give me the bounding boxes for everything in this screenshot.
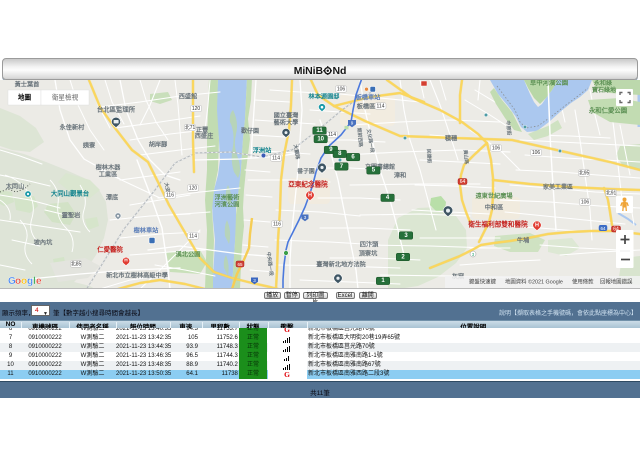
svg-text:114: 114 xyxy=(328,132,336,138)
svg-text:64: 64 xyxy=(460,179,466,185)
svg-text:鍵盤快速鍵: 鍵盤快速鍵 xyxy=(469,278,497,286)
svg-text:10: 10 xyxy=(317,136,324,142)
svg-text:草中河濱公園: 草中河濱公園 xyxy=(530,80,568,87)
svg-text:114: 114 xyxy=(377,103,385,109)
svg-text:板橋區: 板橋區 xyxy=(357,103,376,111)
svg-text:西盛館: 西盛館 xyxy=(179,93,198,101)
svg-text:H: H xyxy=(308,192,312,198)
svg-text:114: 114 xyxy=(189,233,197,239)
svg-text:e: e xyxy=(36,276,42,287)
svg-text:大同山觀景台: 大同山觀景台 xyxy=(51,189,90,198)
svg-text:林本源園邸: 林本源園邸 xyxy=(309,93,341,101)
svg-text:中和區: 中和區 xyxy=(485,204,504,212)
svg-text:牛埔: 牛埔 xyxy=(517,237,530,245)
svg-text:106: 106 xyxy=(337,86,346,92)
svg-text:地圖: 地圖 xyxy=(18,93,32,102)
svg-text:北91: 北91 xyxy=(606,189,617,196)
svg-text:寶石綠地: 寶石綠地 xyxy=(592,86,616,94)
svg-text:漳和: 漳和 xyxy=(394,172,406,180)
svg-text:歡仔園: 歡仔園 xyxy=(240,127,259,135)
svg-text:浮洲藝術: 浮洲藝術 xyxy=(215,194,241,202)
svg-text:河濱公園: 河濱公園 xyxy=(215,201,240,209)
svg-text:臺灣新北地方法院: 臺灣新北地方法院 xyxy=(316,261,366,269)
svg-text:120: 120 xyxy=(192,106,201,112)
svg-text:姨寮: 姨寮 xyxy=(82,142,96,150)
svg-text:永和綠: 永和綠 xyxy=(593,80,613,87)
svg-text:106: 106 xyxy=(581,199,590,205)
svg-text:11: 11 xyxy=(316,128,323,134)
svg-text:頂寮坑: 頂寮坑 xyxy=(359,250,378,258)
svg-text:太同山: 太同山 xyxy=(6,183,25,191)
svg-text:積穗: 積穗 xyxy=(444,135,458,143)
svg-text:北71: 北71 xyxy=(185,124,196,131)
svg-text:120: 120 xyxy=(189,185,198,191)
svg-text:藝術大學: 藝術大學 xyxy=(274,119,299,127)
svg-text:四汴頭: 四汴頭 xyxy=(360,241,379,249)
svg-text:板橋車站: 板橋車站 xyxy=(356,94,382,102)
svg-text:中原街: 中原街 xyxy=(504,120,512,136)
svg-text:衛星檢視: 衛星檢視 xyxy=(52,93,79,102)
svg-text:新北市立樹林高級中學: 新北市立樹林高級中學 xyxy=(106,272,168,280)
svg-text:黃士葉酋: 黃士葉酋 xyxy=(14,81,40,89)
svg-text:坡內坑: 坡內坑 xyxy=(34,239,53,247)
svg-text:114: 114 xyxy=(272,155,280,161)
svg-text:106: 106 xyxy=(532,150,541,156)
svg-text:番子園: 番子園 xyxy=(296,167,315,175)
svg-text:工業區: 工業區 xyxy=(99,171,118,179)
svg-text:北95: 北95 xyxy=(579,169,590,176)
svg-text:家美工業區: 家美工業區 xyxy=(543,183,573,191)
svg-text:樹林車站: 樹林車站 xyxy=(134,227,160,235)
svg-text:9: 9 xyxy=(351,121,354,126)
svg-text:胡岸腳: 胡岸腳 xyxy=(149,141,168,149)
svg-text:潭底: 潭底 xyxy=(106,194,119,202)
svg-text:永佳新村: 永佳新村 xyxy=(59,124,86,132)
svg-text:116: 116 xyxy=(273,221,281,227)
svg-text:地圖資料 ©2021 Google: 地圖資料 ©2021 Google xyxy=(505,278,563,286)
svg-text:仁愛醫院: 仁愛醫院 xyxy=(97,245,123,254)
svg-text:3: 3 xyxy=(253,278,256,283)
svg-text:106: 106 xyxy=(492,145,501,151)
svg-text:溪北公園: 溪北公園 xyxy=(176,251,201,259)
svg-text:國立臺灣: 國立臺灣 xyxy=(274,112,300,120)
svg-text:遠東世紀廣場: 遠東世紀廣場 xyxy=(475,192,513,200)
svg-text:65: 65 xyxy=(237,262,243,267)
svg-text:衛生福利部雙和醫院: 衛生福利部雙和醫院 xyxy=(467,220,528,229)
svg-text:西盛庄: 西盛庄 xyxy=(195,132,214,140)
svg-text:H: H xyxy=(124,258,128,264)
svg-text:H: H xyxy=(535,222,539,228)
svg-text:台北區監理所: 台北區監理所 xyxy=(97,105,136,114)
svg-text:北85: 北85 xyxy=(71,260,82,267)
svg-text:永和仁愛公園: 永和仁愛公園 xyxy=(588,106,627,115)
svg-text:64: 64 xyxy=(600,226,606,231)
svg-text:亞東紀念醫院: 亞東紀念醫院 xyxy=(288,180,328,189)
svg-text:靈聖岩: 靈聖岩 xyxy=(62,212,81,220)
svg-text:使用條款: 使用條款 xyxy=(572,278,594,286)
svg-text:樹林木器: 樹林木器 xyxy=(96,164,122,172)
svg-text:回報地圖錯誤: 回報地圖錯誤 xyxy=(600,278,633,286)
svg-text:3: 3 xyxy=(304,215,307,220)
svg-text:116: 116 xyxy=(166,192,174,198)
